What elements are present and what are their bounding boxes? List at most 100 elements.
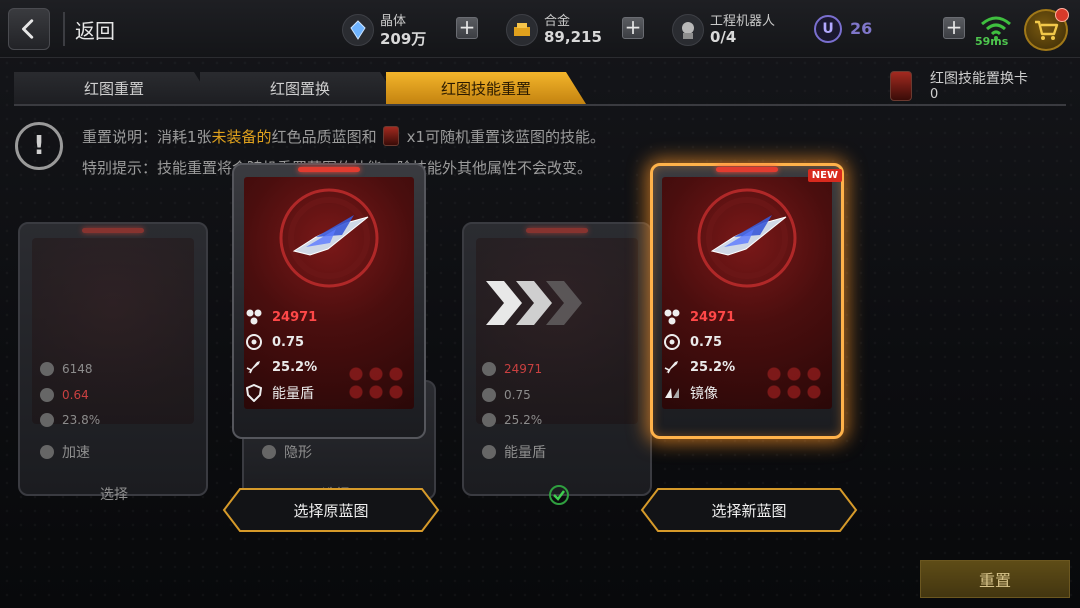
resource-name: 合金	[544, 14, 571, 29]
stat-value: 25.2%	[504, 413, 543, 427]
card-indicator	[716, 167, 778, 172]
check-icon	[549, 485, 569, 505]
crystal-icon	[342, 14, 374, 46]
plus-icon: +	[945, 15, 963, 39]
skill-swap-card-title: 红图技能置换卡	[930, 71, 1028, 87]
slot-skill: 隐形	[262, 442, 312, 462]
u-currency-icon: U	[814, 15, 842, 43]
stat-value: 25.2%	[272, 359, 318, 375]
select-original-button[interactable]: 选择原蓝图	[222, 487, 440, 533]
skill-swap-card-count: 0	[930, 87, 939, 102]
tab-blueprint-swap[interactable]: 红图置换	[200, 72, 400, 104]
note-text: x1可随机重置该蓝图的技能。	[406, 128, 605, 146]
target-icon	[40, 388, 54, 402]
notification-badge	[1055, 8, 1069, 22]
select-new-button[interactable]: 选择新蓝图	[640, 487, 858, 533]
shop-button[interactable]	[1024, 8, 1069, 51]
resource-name: 工程机器人	[710, 14, 776, 29]
stat-skill: 能量盾	[244, 383, 314, 403]
skill-name: 能量盾	[272, 386, 314, 402]
weapon-emblem-icon	[697, 188, 797, 288]
stat-value: 24971	[272, 309, 318, 325]
skill-swap-card-icon	[382, 126, 399, 146]
skill-name: 加速	[62, 445, 90, 461]
chevron-left-icon	[22, 19, 34, 39]
tab-label: 红图置换	[269, 79, 330, 98]
cluster-icon	[482, 362, 496, 376]
resource-name: 晶体	[380, 14, 407, 29]
tab-blueprint-reset[interactable]: 红图重置	[14, 72, 214, 104]
resource-crystal: 晶体 209万	[342, 9, 442, 49]
rocket-icon	[482, 413, 496, 427]
note-text: 红色品质蓝图和	[271, 128, 377, 146]
resource-value: 89,215	[544, 28, 602, 46]
skill-name: 隐形	[284, 445, 312, 461]
target-icon	[482, 388, 496, 402]
add-u-currency-button[interactable]: +	[943, 17, 965, 39]
stat-crit: 25.2%	[662, 357, 735, 377]
note-text: 重置说明：消耗1张	[82, 128, 212, 146]
alloy-icon	[506, 14, 538, 46]
plus-icon: +	[624, 15, 642, 39]
slot-stat-power: 24971	[482, 362, 542, 376]
resource-robot: 工程机器人 0/4	[672, 9, 802, 49]
resource-value: 209万	[380, 30, 427, 48]
stealth-icon	[262, 445, 276, 459]
slot-stat-crit: 23.8%	[40, 413, 100, 427]
stat-value: 0.75	[272, 334, 305, 350]
ping-value: 59ms	[975, 35, 1009, 48]
tab-label: 红图重置	[83, 79, 144, 98]
stat-power: 24971	[244, 307, 317, 327]
add-alloy-button[interactable]: +	[622, 17, 644, 39]
divider	[63, 12, 65, 46]
target-icon	[244, 332, 264, 352]
robot-icon	[672, 14, 704, 46]
back-label: 返回	[75, 19, 115, 43]
stat-value: 25.2%	[690, 359, 736, 375]
skill-swap-card-icon	[890, 71, 912, 101]
slot-skill: 加速	[40, 442, 90, 462]
slot-indicator	[526, 228, 588, 233]
plus-icon: +	[458, 15, 476, 39]
stat-rate: 0.75	[244, 332, 304, 352]
rocket-icon	[40, 413, 54, 427]
tab-skill-reset[interactable]: 红图技能重置	[386, 72, 586, 104]
slot-skill: 能量盾	[482, 442, 546, 462]
target-icon	[662, 332, 682, 352]
slot-stat-power: 6148	[40, 362, 93, 376]
stat-rate: 0.75	[662, 332, 722, 352]
cluster-icon	[244, 307, 264, 327]
button-label: 选择新蓝图	[711, 501, 787, 520]
decor-dots	[764, 365, 824, 401]
top-bar: 返回 晶体 209万 + 合金 89,215 + 工程机器人 0/4 U 26 …	[0, 0, 1080, 58]
shield-icon	[482, 445, 496, 459]
speed-icon	[40, 445, 54, 459]
left-select-button[interactable]: 选择	[100, 484, 128, 504]
slot-stat-crit: 25.2%	[482, 413, 542, 427]
back-button[interactable]	[8, 8, 50, 50]
card-indicator	[298, 167, 360, 172]
rocket-icon	[244, 357, 264, 377]
reset-button[interactable]: 重置	[920, 560, 1070, 598]
tab-underline	[14, 104, 1066, 106]
chevron-right-arrows-icon	[486, 281, 582, 325]
decor-dots	[346, 365, 406, 401]
slot-indicator	[82, 228, 144, 233]
stat-crit: 25.2%	[244, 357, 317, 377]
cluster-icon	[40, 362, 54, 376]
cart-icon	[1035, 20, 1059, 40]
shield-icon	[244, 383, 264, 403]
stat-value: 6148	[62, 362, 93, 376]
reset-description: 重置说明：消耗1张未装备的红色品质蓝图和 x1可随机重置该蓝图的技能。	[82, 126, 605, 147]
add-crystal-button[interactable]: +	[456, 17, 478, 39]
new-blueprint-card[interactable]: NEW 24971 0.75 25.2% 镜像	[650, 163, 844, 439]
slot-stat-rate: 0.64	[40, 388, 89, 402]
original-blueprint-card[interactable]: 24971 0.75 25.2% 能量盾	[232, 163, 426, 439]
stat-value: 23.8%	[62, 413, 101, 427]
stat-value: 0.75	[504, 388, 531, 402]
skill-name: 能量盾	[504, 445, 546, 461]
note-highlight: 未装备的	[211, 128, 272, 146]
rocket-icon	[662, 357, 682, 377]
stat-power: 24971	[662, 307, 735, 327]
resource-value: 0/4	[710, 28, 737, 46]
